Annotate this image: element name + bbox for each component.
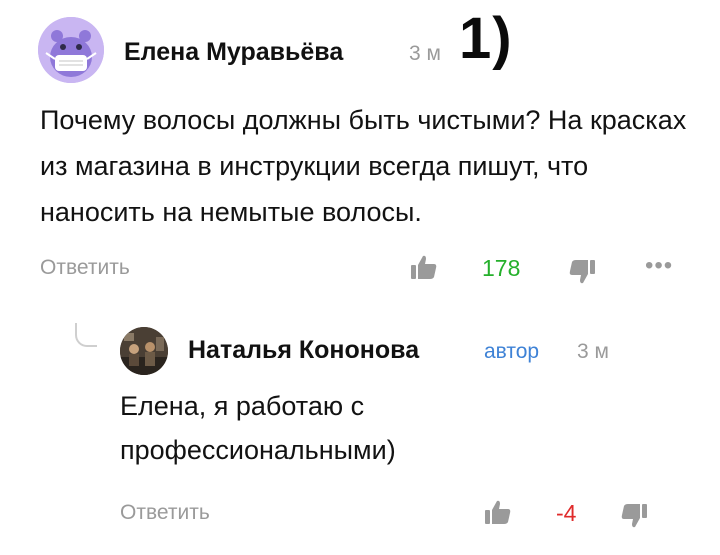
reply-thread-line [75,323,97,347]
thumbs-down-icon[interactable] [620,502,648,530]
hippo-with-mask-icon [38,17,104,83]
author-badge: автор [484,340,540,363]
reply-button[interactable]: Ответить [40,256,130,280]
more-options-icon[interactable]: ••• [645,252,673,280]
thumbs-up-icon[interactable] [484,498,512,526]
photo-avatar-icon [120,327,168,375]
comment-timestamp: 3 м [409,42,441,65]
thumbs-down-icon[interactable] [568,258,596,286]
comment-timestamp: 3 м [577,340,609,363]
avatar[interactable] [120,327,168,375]
comment-text: Елена, я работаю с профессиональными) [120,391,396,465]
avatar[interactable] [38,17,104,83]
rating-count: 178 [482,255,521,281]
comment-author-name[interactable]: Наталья Кононова [188,336,419,365]
thumbs-up-icon[interactable] [410,253,438,281]
comment-text: Почему волосы должны быть чистыми? На кр… [40,105,687,227]
reply-button[interactable]: Ответить [120,501,210,525]
comment-author-name[interactable]: Елена Муравьёва [124,38,343,67]
annotation-number: 1) [459,6,513,71]
rating-count: -4 [556,500,577,526]
